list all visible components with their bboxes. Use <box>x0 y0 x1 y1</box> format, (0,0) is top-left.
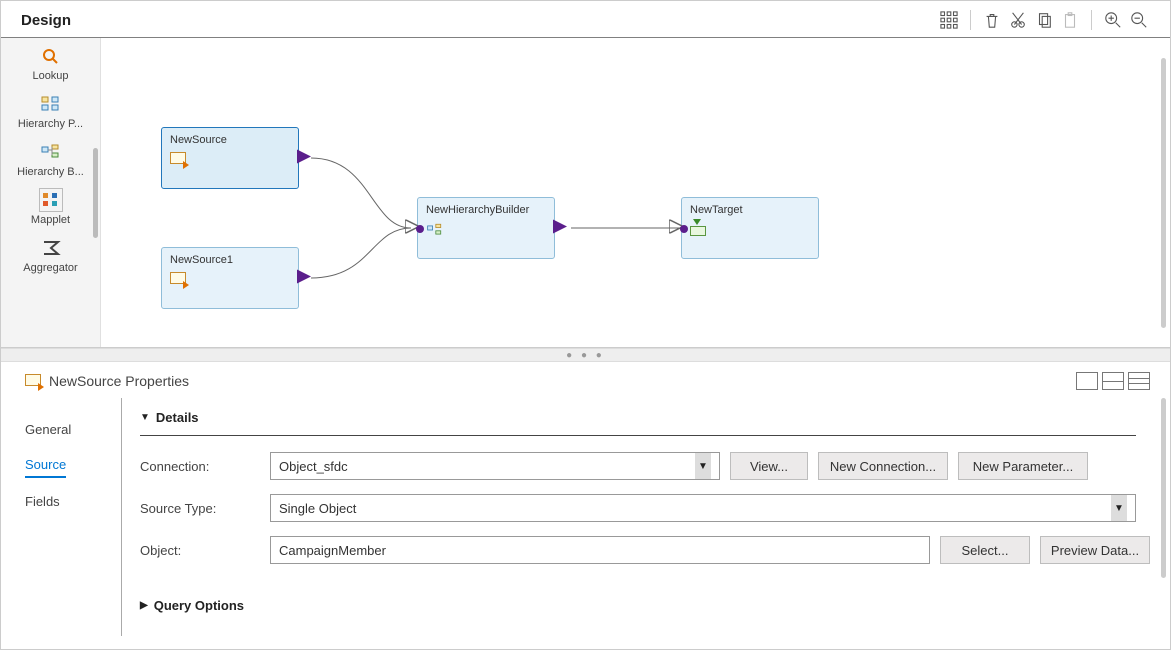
header-toolbar <box>938 9 1150 31</box>
panel-header: NewSource Properties <box>1 362 1170 398</box>
caret-right-icon: ▶ <box>140 600 148 611</box>
section-query-options[interactable]: ▶ Query Options <box>140 578 1136 623</box>
zoom-in-icon[interactable] <box>1102 9 1124 31</box>
select-button[interactable]: Select... <box>940 536 1030 564</box>
panel-layout-switcher <box>1076 372 1150 390</box>
output-port[interactable] <box>553 220 567 237</box>
label-connection: Connection: <box>140 459 270 474</box>
section-details[interactable]: ▼ Details <box>140 398 1136 436</box>
connection-value: Object_sfdc <box>279 459 348 474</box>
panel-title: NewSource Properties <box>49 373 189 389</box>
hierarchy-parser-icon <box>39 92 63 116</box>
palette-item-mapplet[interactable]: Mapplet <box>1 182 100 230</box>
copy-icon[interactable] <box>1033 9 1055 31</box>
row-connection: Connection: Object_sfdc ▼ View... New Co… <box>140 452 1150 480</box>
paste-icon <box>1059 9 1081 31</box>
source-icon <box>170 152 186 166</box>
node-newsource[interactable]: NewSource <box>161 127 299 189</box>
aggregator-icon <box>39 236 63 260</box>
source-type-value: Single Object <box>279 501 356 516</box>
caret-down-icon: ▼ <box>140 412 150 423</box>
cut-icon[interactable] <box>1007 9 1029 31</box>
source-icon <box>25 374 41 388</box>
mapping-canvas[interactable]: NewSource NewSource1 NewHierarchyBuilder… <box>101 38 1170 347</box>
properties-form: ▼ Details Connection: Object_sfdc ▼ View… <box>121 398 1170 636</box>
lookup-icon <box>39 44 63 68</box>
palette-item-lookup[interactable]: Lookup <box>1 38 100 86</box>
grid-view-icon[interactable] <box>938 9 960 31</box>
label-source-type: Source Type: <box>140 501 270 516</box>
palette-label: Lookup <box>32 70 68 82</box>
object-value: CampaignMember <box>279 543 386 558</box>
node-newsource1[interactable]: NewSource1 <box>161 247 299 309</box>
input-anchor <box>416 225 424 233</box>
palette-item-hierarchy-builder[interactable]: Hierarchy B... <box>1 134 100 182</box>
source-type-select[interactable]: Single Object ▼ <box>270 494 1136 522</box>
source-icon <box>170 272 186 286</box>
mapplet-icon <box>39 188 63 212</box>
tab-general[interactable]: General <box>25 412 121 447</box>
palette-item-hierarchy-parser[interactable]: Hierarchy P... <box>1 86 100 134</box>
row-object: Object: CampaignMember Select... Preview… <box>140 536 1150 564</box>
palette-label: Mapplet <box>31 214 70 226</box>
canvas-scrollbar[interactable] <box>1161 58 1166 328</box>
palette-item-aggregator[interactable]: Aggregator <box>1 230 100 278</box>
transformation-palette[interactable]: Lookup Hierarchy P... Hierarchy B... Map… <box>1 38 101 347</box>
dropdown-arrow-icon: ▼ <box>695 453 711 479</box>
input-anchor <box>680 225 688 233</box>
zoom-out-icon[interactable] <box>1128 9 1150 31</box>
hierarchy-builder-icon <box>426 222 444 238</box>
node-title: NewHierarchyBuilder <box>426 204 546 216</box>
hierarchy-builder-icon <box>39 140 63 164</box>
layout-split-h-icon[interactable] <box>1102 372 1124 390</box>
preview-data-button[interactable]: Preview Data... <box>1040 536 1150 564</box>
layout-split-3-icon[interactable] <box>1128 372 1150 390</box>
palette-label: Hierarchy B... <box>17 166 84 178</box>
object-input[interactable]: CampaignMember <box>270 536 930 564</box>
row-source-type: Source Type: Single Object ▼ <box>140 494 1150 522</box>
properties-tabs: General Source Fields <box>1 398 121 636</box>
pane-splitter[interactable]: ● ● ● <box>1 348 1170 362</box>
section-title: Details <box>156 410 199 425</box>
design-header: Design <box>1 1 1170 38</box>
node-title: NewSource <box>170 134 290 146</box>
palette-scrollbar[interactable] <box>93 148 98 238</box>
output-port[interactable] <box>297 270 311 287</box>
node-title: NewTarget <box>690 204 810 216</box>
new-connection-button[interactable]: New Connection... <box>818 452 948 480</box>
node-hierarchybuilder[interactable]: NewHierarchyBuilder <box>417 197 555 259</box>
connection-select[interactable]: Object_sfdc ▼ <box>270 452 720 480</box>
new-parameter-button[interactable]: New Parameter... <box>958 452 1088 480</box>
view-button[interactable]: View... <box>730 452 808 480</box>
label-object: Object: <box>140 543 270 558</box>
dropdown-arrow-icon: ▼ <box>1111 495 1127 521</box>
tab-source[interactable]: Source <box>25 447 66 478</box>
designer-workspace: Lookup Hierarchy P... Hierarchy B... Map… <box>1 38 1170 348</box>
panel-scrollbar[interactable] <box>1161 398 1166 578</box>
delete-icon[interactable] <box>981 9 1003 31</box>
output-port[interactable] <box>297 150 311 167</box>
properties-panel: NewSource Properties General Source Fiel… <box>1 362 1170 636</box>
palette-label: Aggregator <box>23 262 77 274</box>
node-newtarget[interactable]: NewTarget <box>681 197 819 259</box>
palette-label: Hierarchy P... <box>18 118 83 130</box>
section-title: Query Options <box>154 598 244 613</box>
tab-fields[interactable]: Fields <box>25 484 121 519</box>
page-title: Design <box>21 12 71 29</box>
node-title: NewSource1 <box>170 254 290 266</box>
target-icon <box>690 222 706 236</box>
layout-full-icon[interactable] <box>1076 372 1098 390</box>
